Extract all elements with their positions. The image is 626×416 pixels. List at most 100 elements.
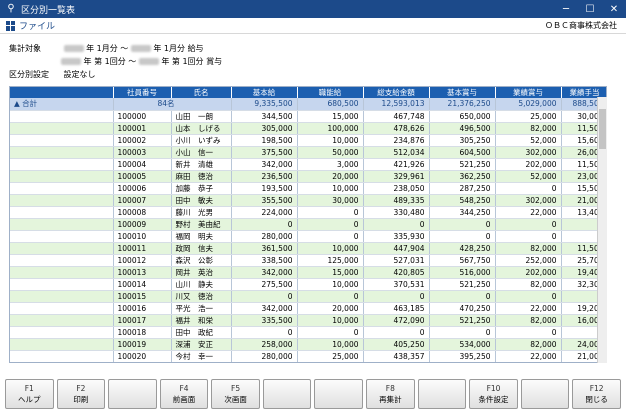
scrollbar-thumb[interactable] (599, 109, 606, 149)
amount-cell: 447,904 (363, 242, 430, 255)
column-header[interactable]: 氏名 (171, 87, 232, 98)
amount-cell: 20,000 (297, 170, 364, 183)
function-key-3-button[interactable] (108, 379, 157, 409)
amount-cell: 472,090 (363, 314, 430, 327)
row-spacer (10, 278, 114, 291)
function-key-action: 再集計 (379, 395, 402, 404)
employee-name: 有村 正信 (171, 362, 231, 363)
amount-cell: 0 (297, 362, 363, 363)
menu-bar: ファイル ＯＢＣ商事株式会社 (0, 18, 626, 34)
column-header[interactable]: 社員番号 (113, 87, 172, 98)
row-spacer (10, 206, 114, 219)
employee-name: 小山 信一 (171, 146, 232, 159)
amount-cell: 0 (231, 218, 298, 231)
function-key-8-button[interactable]: F8 再集計 (366, 379, 415, 409)
function-key-1-button[interactable]: F1 ヘルプ (5, 379, 54, 409)
table-row[interactable]: 100020 今村 幸一 280,000 25,000 438,357 395,250 22… (10, 350, 606, 362)
column-header[interactable]: 職能給 (297, 87, 364, 98)
title-bar: ⚲ 区分別一覧表 ─ ☐ ✕ (0, 0, 626, 18)
function-key-4-button[interactable]: F4 前画面 (159, 379, 209, 409)
table-row[interactable]: 100012 森沢 公彰 338,500 125,000 527,031 567,750 2… (10, 254, 606, 267)
close-icon[interactable]: ✕ (602, 0, 626, 18)
table-row[interactable]: 100008 藤川 光男 224,000 0 330,480 344,250 22,000 1… (10, 206, 606, 219)
amount-cell: 362,250 (429, 170, 496, 183)
table-row[interactable]: 100017 福井 和栄 335,500 10,000 472,090 521,250 82… (10, 314, 606, 327)
employee-id: 100006 (113, 182, 172, 195)
column-header[interactable]: 総支給金額 (363, 87, 430, 98)
header-row: 社員番号 氏名 基本給 職能給 総支給金額 基本賞与 業績賞与 業績手当 (10, 87, 606, 98)
amount-cell: 420,805 (363, 266, 430, 279)
menu-file[interactable]: ファイル (19, 19, 55, 32)
function-key-10-button[interactable]: F10 条件設定 (469, 379, 518, 409)
function-key-5-button[interactable]: F5 次画面 (211, 379, 260, 409)
amount-cell: 236,500 (231, 170, 298, 183)
table-row[interactable]: 100021有村 正信000000 (10, 362, 607, 363)
column-header[interactable]: 基本賞与 (429, 87, 496, 98)
row-spacer (10, 110, 114, 123)
maximize-icon[interactable]: ☐ (578, 0, 602, 18)
employee-id: 100014 (113, 278, 172, 291)
table-row[interactable]: 100005 麻田 徳治 236,500 20,000 329,961 362,250 52… (10, 170, 606, 183)
amount-cell: 342,000 (231, 158, 298, 171)
table-row[interactable]: 100001 山本 しげる 305,000 100,000 478,626 496,500… (10, 122, 606, 135)
category-value: 設定なし (63, 70, 96, 79)
function-key-label: F5 (231, 384, 241, 393)
column-header[interactable]: 基本給 (231, 87, 298, 98)
category-label: 区分別設定 (9, 70, 49, 79)
table-row[interactable]: 100014 山川 静夫 275,500 10,000 370,531 521,250 82… (10, 278, 606, 291)
employee-name: 森沢 公彰 (171, 254, 232, 267)
bonus-kind: 賞与 (206, 57, 223, 66)
amount-cell: 0 (429, 230, 496, 243)
table-row[interactable]: 100016 平光 浩一 342,000 20,000 463,185 470,250 22… (10, 302, 606, 315)
employee-id: 100004 (113, 158, 172, 171)
total-label[interactable]: ▲ 合計 (10, 98, 114, 111)
function-key-9-button[interactable] (417, 379, 467, 409)
total-row[interactable]: ▲ 合計 84名 9,335,500 680,500 12,593,013 21… (10, 98, 606, 111)
minimize-icon[interactable]: ─ (554, 0, 578, 18)
table-row[interactable]: 100011 政岡 信夫 361,500 10,000 447,904 428,250 82… (10, 242, 606, 255)
amount-cell: 280,000 (231, 230, 298, 243)
redacted-era (138, 58, 159, 65)
table-row[interactable]: 100009野村 美由紀000000 (10, 218, 606, 231)
amount-cell: 548,250 (429, 194, 496, 207)
amount-cell: 302,000 (495, 146, 562, 159)
table-row[interactable]: 100000 山田 一朗 344,500 15,000 467,748 650,000 25… (10, 110, 606, 123)
function-key-action: 条件設定 (478, 395, 509, 404)
function-key-11-button[interactable] (520, 379, 570, 409)
employee-id: 100002 (113, 134, 172, 147)
row-spacer (10, 230, 114, 243)
table-row[interactable]: 100015川又 徳治000000 (10, 290, 606, 303)
data-grid[interactable]: 社員番号 氏名 基本給 職能給 総支給金額 基本賞与 業績賞与 業績手当 ▲ 合計 84名 9… (9, 86, 607, 363)
amount-cell: 0 (495, 230, 562, 243)
function-key-12-button[interactable]: F12 閉じる (572, 379, 621, 409)
table-row[interactable]: 100002 小川 いずみ 198,500 10,000 234,876 305,250 5… (10, 134, 606, 147)
column-header[interactable]: 業績賞与 (495, 87, 562, 98)
column-header[interactable] (10, 87, 114, 98)
function-key-2-button[interactable]: F2 印刷 (56, 379, 106, 409)
amount-cell: 52,000 (495, 170, 562, 183)
amount-cell: 521,250 (429, 158, 496, 171)
amount-cell: 25,000 (495, 110, 562, 123)
table-row[interactable]: 100007 田中 敏夫 355,500 30,000 489,335 548,250 30… (10, 194, 606, 207)
table-row[interactable]: 100003 小山 信一 375,500 50,000 512,034 604,500 30… (10, 146, 606, 159)
amount-cell: 0 (495, 326, 562, 339)
table-row[interactable]: 100010福岡 明夫280,0000335,930000 (10, 230, 606, 243)
employee-name: 深浦 安正 (171, 338, 232, 351)
table-row[interactable]: 100018田中 政紀000000 (10, 326, 606, 339)
row-spacer (10, 218, 114, 231)
function-key-7-button[interactable] (314, 379, 364, 409)
table-row[interactable]: 100013 岡井 英治 342,000 15,000 420,805 516,000 20… (10, 266, 606, 279)
employee-name: 野村 美由紀 (171, 218, 232, 231)
amount-cell: 224,000 (231, 206, 298, 219)
bonus-to: 年 第 1回分 (161, 57, 204, 66)
target-to: 年 1月分 (153, 44, 186, 53)
function-key-6-button[interactable] (262, 379, 312, 409)
target-label: 集計対象 (9, 44, 41, 53)
employee-name: 加藤 恭子 (171, 182, 232, 195)
employee-id: 100010 (113, 230, 172, 243)
table-row[interactable]: 100019 深浦 安正 258,000 10,000 405,250 534,000 82… (10, 338, 606, 351)
employee-id: 100013 (113, 266, 172, 279)
vertical-scrollbar[interactable] (597, 97, 607, 363)
table-row[interactable]: 100004 新井 清雄 342,000 3,000 421,926 521,250 202… (10, 158, 606, 171)
table-row[interactable]: 100006 加藤 恭子 193,500 10,000 238,050 287,250 0 1… (10, 182, 606, 195)
